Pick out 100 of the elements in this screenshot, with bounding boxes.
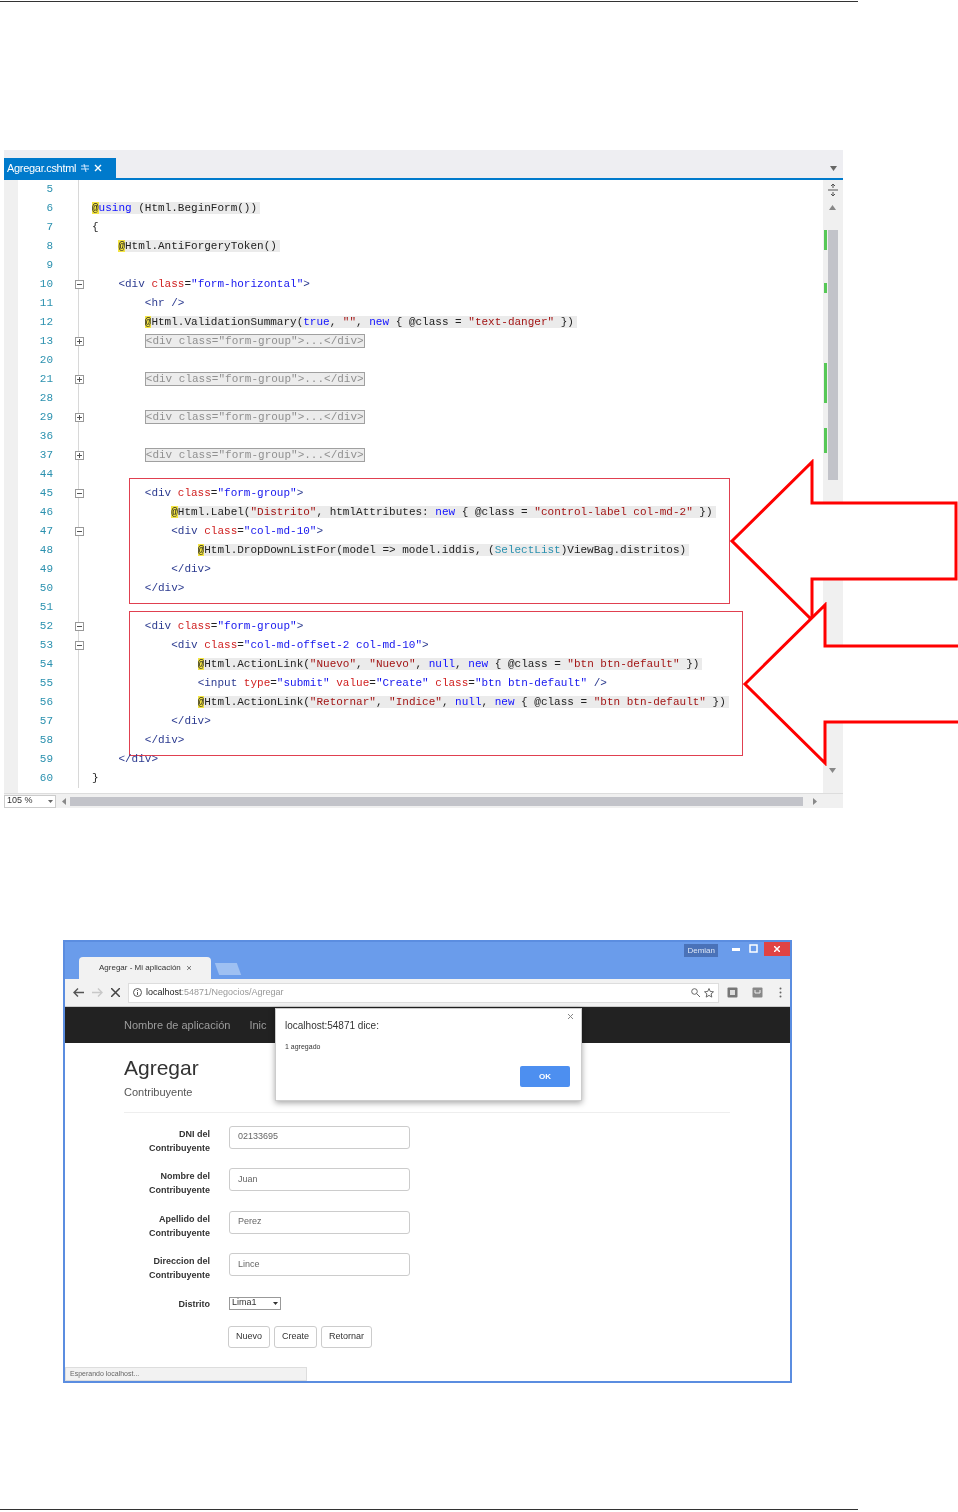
pin-icon[interactable] xyxy=(81,164,90,172)
expand-icon[interactable] xyxy=(74,413,84,422)
line-number: 37 xyxy=(38,448,53,464)
code-line: } xyxy=(92,771,99,787)
line-number: 49 xyxy=(38,562,53,578)
scroll-right-icon[interactable] xyxy=(813,797,817,805)
input-field[interactable]: Lince xyxy=(229,1253,410,1276)
code-line: <div class="form-group"> xyxy=(143,619,304,635)
scroll-up-icon[interactable] xyxy=(829,205,836,210)
code-line: <div class="col-md-10"> xyxy=(170,524,324,540)
code-line: </div> xyxy=(143,581,185,597)
url-text: localhost:54871/Negocios/Agregar xyxy=(146,985,284,999)
code-line: @Html.ActionLink("Retornar", "Indice", null, new { @class = "btn btn-default" }) xyxy=(92,694,729,711)
code-line: @Html.DropDownListFor(model => model.iddis, (SelectList)ViewBag.distritos) xyxy=(92,542,690,559)
close-icon[interactable] xyxy=(186,965,191,971)
field-label: Direccion del Contribuyente xyxy=(148,1255,210,1282)
code-line: { xyxy=(92,220,99,236)
field-label: Apellido del Contribuyente xyxy=(148,1212,210,1240)
line-number: 46 xyxy=(38,505,53,521)
code-line: <div class="form-group"> xyxy=(143,486,304,502)
input-field[interactable]: 02133695 xyxy=(229,1125,410,1149)
brand-link[interactable]: Nombre de aplicación xyxy=(124,1016,231,1034)
district-select[interactable]: Lima1 xyxy=(229,1296,281,1310)
extension-icon[interactable] xyxy=(727,987,738,998)
horizontal-scrollbar[interactable] xyxy=(70,796,803,806)
line-number: 5 xyxy=(45,182,53,198)
field-label: Distrito xyxy=(177,1297,210,1311)
close-icon[interactable] xyxy=(568,1014,573,1019)
line-number: 53 xyxy=(38,638,53,654)
extension-icon[interactable] xyxy=(752,987,763,998)
line-number: 36 xyxy=(38,429,53,445)
close-button[interactable] xyxy=(764,942,790,956)
page-subtitle: Contribuyente xyxy=(124,1085,193,1100)
code-line: </div> xyxy=(143,733,185,749)
scroll-left-icon[interactable] xyxy=(62,797,66,805)
line-number: 50 xyxy=(38,581,53,597)
code-line: <div class="form-horizontal"> xyxy=(117,277,310,293)
maximize-icon[interactable] xyxy=(749,944,758,953)
collapse-icon[interactable] xyxy=(74,527,84,536)
line-number: 10 xyxy=(38,277,53,293)
collapse-icon[interactable] xyxy=(74,641,84,650)
address-bar[interactable]: localhost:54871/Negocios/Agregar xyxy=(128,982,719,1003)
nav-link[interactable]: Inic xyxy=(249,1016,267,1034)
collapse-icon[interactable] xyxy=(74,280,84,289)
line-number: 9 xyxy=(45,258,53,274)
user-badge: Demian xyxy=(684,944,718,957)
line-number: 52 xyxy=(38,619,53,635)
line-number: 54 xyxy=(38,657,53,673)
field-label: DNI del Contribuyente xyxy=(148,1127,210,1155)
code-line: </div> xyxy=(170,714,211,730)
line-number: 55 xyxy=(38,676,53,692)
code-line: <div class="col-md-offset-2 col-md-10"> xyxy=(170,638,429,654)
expand-icon[interactable] xyxy=(74,337,84,346)
scroll-down-icon[interactable] xyxy=(829,768,836,773)
collapse-icon[interactable] xyxy=(74,489,84,498)
line-number: 8 xyxy=(45,239,53,255)
split-icon[interactable] xyxy=(828,184,838,196)
code-line: <hr /> xyxy=(143,296,185,312)
line-number: 6 xyxy=(45,201,53,217)
collapse-icon[interactable] xyxy=(74,622,84,631)
line-number: 11 xyxy=(38,296,53,312)
field-label: Nombre del Contribuyente xyxy=(148,1170,210,1197)
line-number: 60 xyxy=(38,771,53,787)
caret-icon[interactable] xyxy=(48,799,53,803)
star-icon[interactable] xyxy=(704,987,714,998)
dropdown-icon[interactable] xyxy=(830,166,837,171)
code-line: @Html.ValidationSummary(true, "", new { @class = "text-danger" }) xyxy=(92,314,577,331)
caret-icon[interactable] xyxy=(273,1301,278,1305)
line-number: 56 xyxy=(38,695,53,711)
form-button[interactable]: Create xyxy=(274,1325,318,1348)
menu-icon[interactable] xyxy=(779,987,782,998)
line-number: 13 xyxy=(38,334,53,350)
line-number: 20 xyxy=(38,353,53,369)
code-line: </div> xyxy=(170,562,211,578)
editor-tab[interactable]: Agregar.cshtml xyxy=(4,158,116,178)
dialog-title: localhost:54871 dice: xyxy=(285,1019,379,1033)
expand-icon[interactable] xyxy=(74,375,84,384)
line-number: 45 xyxy=(38,486,53,502)
line-number: 44 xyxy=(38,467,53,483)
line-number: 58 xyxy=(38,733,53,749)
expand-icon[interactable] xyxy=(74,451,84,460)
form-button[interactable]: Nuevo xyxy=(228,1325,270,1348)
stop-icon[interactable] xyxy=(111,988,120,997)
line-number: 57 xyxy=(38,714,53,730)
line-number: 21 xyxy=(38,372,53,388)
line-number: 28 xyxy=(38,391,53,407)
line-number: 7 xyxy=(45,220,53,236)
code-line: @Html.ActionLink("Nuevo", "Nuevo", null, new { @class = "btn btn-default" }) xyxy=(92,656,703,673)
line-number: 12 xyxy=(38,315,53,331)
line-number: 47 xyxy=(38,524,53,540)
browser-tab[interactable]: Agregar - Mi aplicación xyxy=(79,957,211,979)
line-number: 29 xyxy=(38,410,53,426)
input-field[interactable]: Juan xyxy=(229,1168,410,1191)
input-field[interactable]: Perez xyxy=(229,1210,410,1234)
search-icon[interactable] xyxy=(691,988,700,997)
code-line: <input type="submit" value="Create" class="btn btn-default" /> xyxy=(196,676,607,692)
form-button[interactable]: Retornar xyxy=(321,1325,373,1348)
zoom-dropdown[interactable]: 105 % xyxy=(4,794,56,808)
back-icon[interactable] xyxy=(73,988,84,997)
info-icon[interactable] xyxy=(133,988,142,997)
